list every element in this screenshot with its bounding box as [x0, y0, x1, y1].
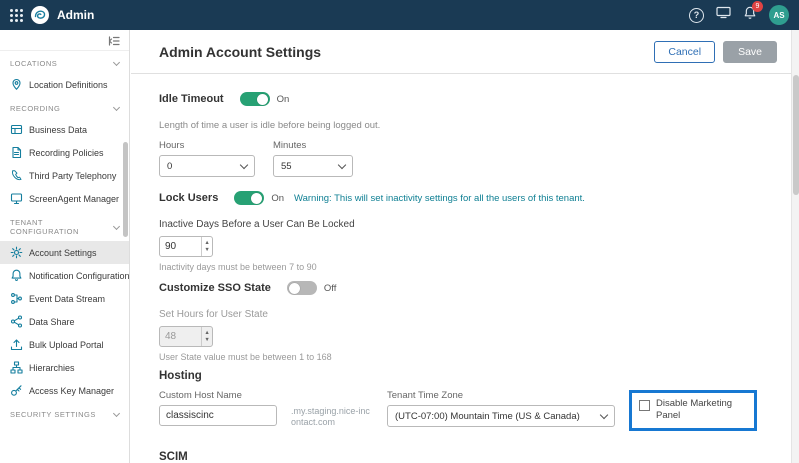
sidebar-item-third-party-telephony[interactable]: Third Party Telephony: [0, 164, 129, 187]
user-avatar[interactable]: AS: [769, 5, 789, 25]
lock-users-toggle[interactable]: [234, 191, 264, 205]
hosting-heading: Hosting: [159, 370, 771, 382]
topbar: Admin ? 9 AS: [0, 0, 799, 30]
chevron-down-icon: [113, 222, 120, 229]
user-state-hours-input[interactable]: [160, 327, 201, 346]
sidebar-item-access-key-manager[interactable]: Access Key Manager: [0, 379, 129, 402]
app-grid-icon[interactable]: [10, 9, 23, 22]
help-icon[interactable]: ?: [689, 8, 704, 23]
user-state-hours-hint: User State value must be between 1 to 16…: [159, 352, 771, 362]
stepper-arrows-icon[interactable]: ▲▼: [201, 327, 212, 346]
sidebar-item-hierarchies[interactable]: Hierarchies: [0, 356, 129, 379]
notifications-bell-icon[interactable]: 9: [743, 6, 757, 25]
brand-logo-icon: [31, 6, 49, 24]
telephony-icon: [10, 169, 23, 182]
hierarchy-icon: [10, 361, 23, 374]
hours-label: Hours: [159, 140, 255, 151]
user-state-hours-stepper: ▲▼: [159, 326, 213, 347]
sso-toggle[interactable]: [287, 281, 317, 295]
chevron-down-icon: [240, 160, 248, 168]
sidebar-section-security-settings[interactable]: SECURITY SETTINGS: [0, 402, 129, 424]
chevron-down-icon: [113, 59, 120, 66]
sidebar-section-locations[interactable]: LOCATIONS: [0, 51, 129, 73]
notification-badge: 9: [752, 1, 763, 12]
stepper-arrows-icon[interactable]: ▲▼: [201, 237, 212, 256]
tenant-time-zone-select[interactable]: (UTC-07:00) Mountain Time (US & Canada): [387, 405, 615, 427]
idle-timeout-label: Idle Timeout: [159, 93, 224, 105]
location-pin-icon: [10, 78, 23, 91]
sidebar-item-notification-configuration[interactable]: Notification Configuration: [0, 264, 129, 287]
main-scrollbar[interactable]: [791, 30, 799, 463]
gear-icon: [10, 246, 23, 259]
inactive-days-input[interactable]: [160, 237, 201, 256]
chevron-down-icon: [600, 410, 608, 418]
share-icon: [10, 315, 23, 328]
stream-icon: [10, 292, 23, 305]
custom-host-name-label: Custom Host Name: [159, 390, 277, 401]
settings-form: Idle Timeout On Length of time a user is…: [131, 74, 799, 463]
collapse-sidebar-icon[interactable]: [0, 30, 129, 51]
inactive-days-stepper: ▲▼: [159, 236, 213, 257]
inactive-days-label: Inactive Days Before a User Can Be Locke…: [159, 219, 771, 230]
upload-icon: [10, 338, 23, 351]
main-scrollbar-thumb[interactable]: [793, 75, 799, 195]
sidebar-item-data-share[interactable]: Data Share: [0, 310, 129, 333]
idle-timeout-toggle[interactable]: [240, 92, 270, 106]
inactive-days-hint: Inactivity days must be between 7 to 90: [159, 262, 771, 272]
bell-icon: [10, 269, 23, 282]
disable-marketing-label: Disable Marketing Panel: [656, 398, 747, 423]
sidebar-item-event-data-stream[interactable]: Event Data Stream: [0, 287, 129, 310]
save-button[interactable]: Save: [723, 41, 777, 63]
tenant-time-zone-label: Tenant Time Zone: [387, 390, 615, 401]
sso-state: Off: [324, 283, 337, 294]
disable-marketing-checkbox[interactable]: [639, 400, 650, 411]
chevron-down-icon: [113, 104, 120, 111]
feedback-monitor-icon[interactable]: [716, 6, 731, 24]
screenagent-monitor-icon: [10, 192, 23, 205]
lock-users-label: Lock Users: [159, 192, 218, 204]
app-title: Admin: [57, 8, 94, 22]
main-panel: Admin Account Settings Cancel Save Idle …: [131, 30, 799, 463]
hours-select[interactable]: 0: [159, 155, 255, 177]
cancel-button[interactable]: Cancel: [654, 41, 715, 63]
lock-users-warning: Warning: This will set inactivity settin…: [294, 193, 585, 204]
minutes-label: Minutes: [273, 140, 353, 151]
minutes-select[interactable]: 55: [273, 155, 353, 177]
sidebar-section-recording[interactable]: RECORDING: [0, 96, 129, 118]
user-state-hours-label: Set Hours for User State: [159, 309, 771, 320]
sidebar-item-recording-policies[interactable]: Recording Policies: [0, 141, 129, 164]
page-title: Admin Account Settings: [159, 44, 321, 60]
scim-heading: SCIM: [159, 451, 771, 463]
sso-label: Customize SSO State: [159, 282, 271, 294]
lock-users-state: On: [271, 193, 284, 204]
page-header: Admin Account Settings Cancel Save: [131, 30, 799, 74]
sidebar-item-account-settings[interactable]: Account Settings: [0, 241, 129, 264]
idle-timeout-description: Length of time a user is idle before bei…: [159, 120, 771, 131]
sidebar-item-location-definitions[interactable]: Location Definitions: [0, 73, 129, 96]
chevron-down-icon: [338, 160, 346, 168]
sidebar: LOCATIONS Location Definitions RECORDING…: [0, 30, 130, 463]
sidebar-item-screenagent-manager[interactable]: ScreenAgent Manager: [0, 187, 129, 210]
sidebar-scrollbar[interactable]: [123, 142, 128, 237]
custom-host-name-input[interactable]: [159, 405, 277, 426]
disable-marketing-panel-highlight: Disable Marketing Panel: [629, 390, 757, 431]
chevron-down-icon: [113, 410, 120, 417]
custom-host-suffix: .my.staging.nice-incontact.com: [291, 390, 373, 429]
sidebar-item-business-data[interactable]: Business Data: [0, 118, 129, 141]
key-icon: [10, 384, 23, 397]
sidebar-section-tenant-configuration[interactable]: TENANT CONFIGURATION: [0, 210, 129, 241]
recording-policies-icon: [10, 146, 23, 159]
sidebar-item-bulk-upload-portal[interactable]: Bulk Upload Portal: [0, 333, 129, 356]
idle-timeout-state: On: [277, 94, 290, 105]
business-data-icon: [10, 123, 23, 136]
